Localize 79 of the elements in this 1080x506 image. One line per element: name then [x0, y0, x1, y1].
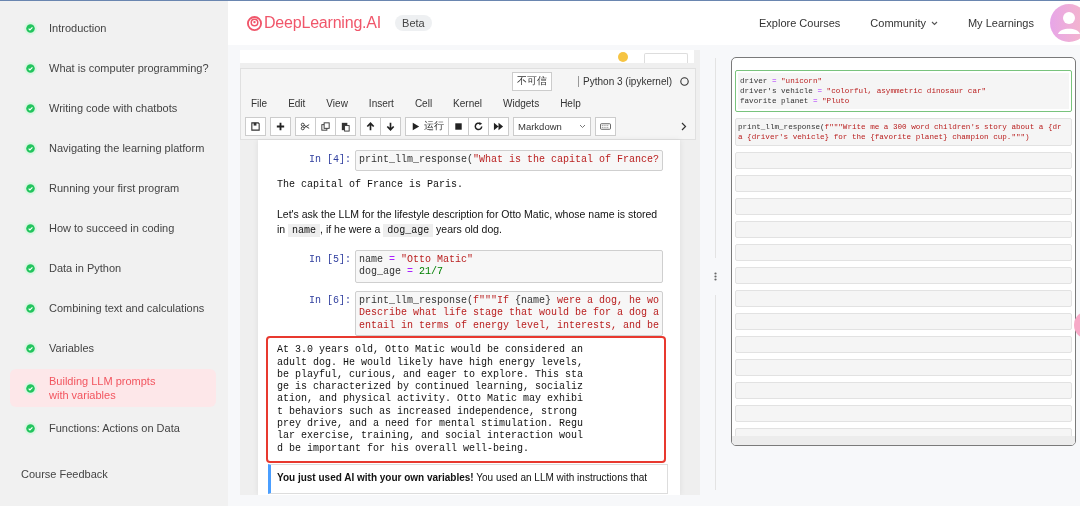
cell-output: The capital of France is Paris. [276, 178, 465, 191]
menu-item[interactable]: Edit [288, 97, 317, 109]
menu-item[interactable]: Cell [414, 97, 444, 109]
arrow-down-icon [385, 120, 396, 132]
stop-icon [453, 120, 464, 132]
nav-link[interactable]: Community [870, 17, 938, 29]
empty-code-cell[interactable] [735, 267, 1072, 284]
arrow-up-icon [365, 120, 376, 132]
toolbar-button[interactable] [469, 116, 489, 136]
lesson-item[interactable]: Functions: Actions on Data [10, 408, 216, 448]
save-icon [250, 120, 261, 132]
chevron-down-icon [930, 20, 938, 26]
lesson-item[interactable]: Running your first program [10, 168, 216, 208]
lesson-item[interactable]: Introduction [10, 8, 216, 48]
empty-code-cell[interactable] [735, 244, 1072, 261]
restart-icon [473, 120, 484, 132]
callout-text: You just used AI with your own variables! You used an LLM with instructions that [268, 463, 668, 494]
paste-icon [340, 120, 351, 132]
lesson-item[interactable]: Data in Python [10, 248, 216, 288]
toolbar-button[interactable] [336, 116, 356, 136]
chevron-down-icon [579, 123, 586, 129]
toolbar-button[interactable] [381, 116, 401, 136]
empty-code-cell[interactable] [735, 405, 1072, 422]
avatar-icon[interactable] [1050, 4, 1080, 42]
toolbar-button[interactable] [489, 116, 509, 136]
kernel-name: Python 3 (ipykernel) [578, 75, 672, 87]
empty-code-cell[interactable] [735, 175, 1072, 192]
code-input[interactable]: print_llm_response(f"""If {name} were a dog, he wo Describe what life stage that would be for a dog a entail in terms of energy level, interests, and be [355, 290, 663, 337]
plus-icon [275, 120, 286, 132]
menu-item[interactable]: Kernel [453, 97, 493, 109]
code-input[interactable]: name = "Otto Matic" dog_age = 21/7 [355, 249, 663, 283]
trust-badge[interactable]: 不可信 [512, 71, 553, 91]
code-input[interactable]: print_llm_response("What is the capital of France? [355, 150, 663, 171]
keyboard-icon [600, 120, 611, 132]
lesson-item[interactable]: Variables [10, 328, 216, 368]
lesson-item[interactable]: How to succeed in coding [10, 208, 216, 248]
toolbar-button[interactable] [360, 116, 381, 136]
nav-link[interactable]: Explore Courses [759, 17, 841, 29]
nav-link[interactable]: My Learnings [967, 17, 1034, 29]
sidebar-link[interactable]: Course Feedback [21, 468, 108, 480]
beta-badge: Beta [395, 15, 432, 31]
cell-prompt: In [6]: [308, 293, 352, 306]
lesson-item[interactable]: Writing code with chatbots [10, 88, 216, 128]
cell-type-select[interactable]: Markdown [513, 116, 591, 136]
empty-code-cell[interactable] [735, 336, 1072, 353]
menu-item[interactable]: Insert [368, 97, 405, 109]
menu-item[interactable]: Widgets [503, 97, 551, 109]
cell-output: At 3.0 years old, Otto Matic would be considered an adult dog. He would likely have high energy levels, be playful, curious, and eager to explore. This sta ge is characterized by continued learning, socializ ation, and physical activity. Otto Matic may exhibi t behaviors such as increased independence, strong prey drive, and a need for mental stimulation. Regu lar exercise, training, and social interaction woul d be important for his overall well-being. [266, 336, 666, 463]
chevron-right-icon[interactable] [681, 121, 687, 131]
lesson-item[interactable]: What is computer programming? [10, 48, 216, 88]
toolbar-button[interactable]: 运行 [405, 116, 449, 136]
empty-code-cell[interactable] [735, 290, 1072, 307]
empty-code-cell[interactable] [735, 198, 1072, 215]
toolbar-button[interactable] [449, 116, 469, 136]
empty-code-cell[interactable] [735, 313, 1072, 330]
empty-code-cell[interactable] [735, 221, 1072, 238]
fast-forward-icon [493, 120, 504, 132]
toolbar-button[interactable] [270, 116, 291, 136]
logo-icon [247, 15, 262, 31]
drag-handle-icon[interactable] [714, 272, 717, 281]
lesson-item[interactable]: Navigating the learning platform [10, 128, 216, 168]
cell-prompt: In [5]: [308, 252, 352, 265]
header-button[interactable] [644, 53, 688, 63]
menu-item[interactable]: View [326, 97, 359, 109]
kernel-status-icon [680, 76, 689, 86]
empty-code-cell[interactable] [735, 382, 1072, 399]
markdown-text: Let's ask the LLM for the lifestyle description for Otto Matic, whose name is stored in name , if he were a dog_age years old dog. [276, 206, 659, 238]
lesson-item[interactable]: Combining text and calculations [10, 288, 216, 328]
empty-code-cell[interactable] [735, 152, 1072, 169]
toolbar-button[interactable] [245, 116, 266, 136]
copy-icon [320, 120, 331, 132]
scrollbar[interactable] [732, 436, 1075, 445]
menu-item[interactable]: Help [560, 97, 592, 109]
cell-prompt: In [4]: [308, 153, 352, 165]
menu-item[interactable]: File [251, 97, 279, 109]
status-icon [618, 51, 628, 62]
scissors-icon [300, 120, 311, 132]
play-icon [410, 120, 421, 132]
empty-code-cell[interactable] [735, 359, 1072, 376]
